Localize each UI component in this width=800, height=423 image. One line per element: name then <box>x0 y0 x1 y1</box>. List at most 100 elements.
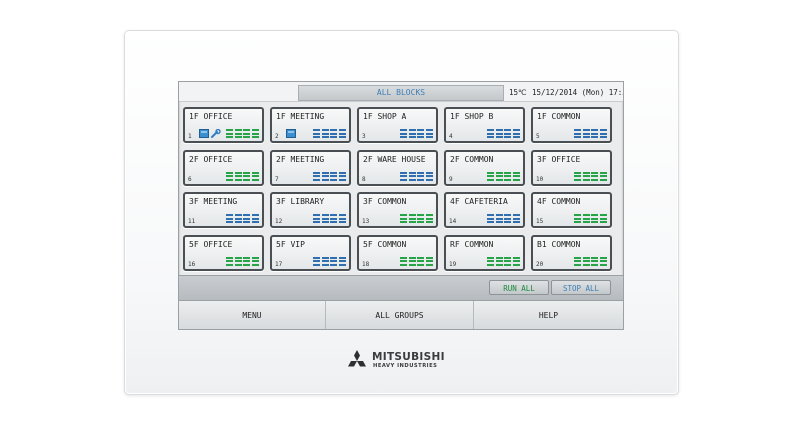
unit-status-indicator <box>487 214 520 223</box>
group-tile[interactable]: 1F MEETING 2 <box>270 107 351 143</box>
group-tile[interactable]: 2F OFFICE 6 <box>183 149 264 186</box>
unit-status-indicator <box>400 214 433 223</box>
group-tile[interactable]: 2F MEETING 7 <box>270 149 351 186</box>
group-name: 3F MEETING <box>189 197 238 206</box>
group-tile[interactable]: 1F SHOP A 3 <box>357 107 438 143</box>
group-tile[interactable]: 5F VIP 17 <box>270 234 351 271</box>
unit-status-indicator <box>226 171 259 181</box>
group-number: 14 <box>449 218 457 225</box>
group-name: 4F COMMON <box>537 197 581 206</box>
unit-status-indicator <box>400 129 433 138</box>
group-number: 16 <box>188 260 196 268</box>
group-name: 1F COMMON <box>537 112 581 121</box>
group-number: 7 <box>275 175 279 183</box>
unit-status-indicator <box>226 214 259 223</box>
top-bar: ALL BLOCKS 15℃ 15/12/2014 (Mon) 17:53 <box>179 82 623 102</box>
group-number: 4 <box>449 133 453 140</box>
group-name: 3F OFFICE <box>537 154 581 164</box>
unit-status-indicator <box>574 129 607 138</box>
bottom-nav: MENU ALL GROUPS HELP <box>179 300 623 329</box>
page-title: ALL BLOCKS <box>298 85 504 101</box>
menu-button[interactable]: MENU <box>179 301 326 329</box>
group-tile[interactable]: 1F COMMON 5 <box>531 107 612 143</box>
group-name: 5F OFFICE <box>189 239 233 249</box>
group-name: 3F COMMON <box>363 197 407 206</box>
group-number: 18 <box>362 260 370 268</box>
touch-screen: ALL BLOCKS 15℃ 15/12/2014 (Mon) 17:53 1F… <box>178 81 624 330</box>
group-tile[interactable]: 3F MEETING 11 <box>183 192 264 228</box>
status-icon <box>199 129 209 138</box>
group-name: 1F MEETING <box>276 112 325 121</box>
unit-status-indicator <box>574 214 607 223</box>
group-number: 5 <box>536 133 540 140</box>
group-number: 19 <box>449 260 457 268</box>
group-tile[interactable]: 2F COMMON 9 <box>444 149 525 186</box>
group-number: 11 <box>188 218 196 225</box>
brand-logo: MITSUBISHI HEAVY INDUSTRIES <box>345 349 455 373</box>
unit-status-indicator <box>226 256 259 266</box>
group-number: 6 <box>188 175 192 183</box>
group-name: 2F OFFICE <box>189 154 233 164</box>
group-name: 2F WARE HOUSE <box>363 154 426 164</box>
group-number: 17 <box>275 260 283 268</box>
group-number: 15 <box>536 218 544 225</box>
group-name: 1F SHOP A <box>363 112 407 121</box>
group-name: RF COMMON <box>450 239 494 249</box>
group-tile[interactable]: 4F CAFETERIA 14 <box>444 192 525 228</box>
group-name: 5F COMMON <box>363 239 407 249</box>
group-tile[interactable]: 3F OFFICE 10 <box>531 149 612 186</box>
unit-status-indicator <box>313 129 346 138</box>
group-grid: 1F OFFICE 1 1F MEETING 2 1F SHOP A 3 1F SHOP B… <box>183 107 619 271</box>
group-name: 2F COMMON <box>450 154 494 164</box>
date-time: 15/12/2014 (Mon) 17:53 <box>532 88 624 97</box>
run-all-button[interactable]: RUN ALL <box>489 280 549 295</box>
stop-all-button[interactable]: STOP ALL <box>551 280 611 295</box>
all-groups-button[interactable]: ALL GROUPS <box>326 301 474 329</box>
group-name: 3F LIBRARY <box>276 197 325 206</box>
three-diamonds-icon <box>348 350 366 367</box>
group-tile[interactable]: B1 COMMON 20 <box>531 234 612 271</box>
unit-status-indicator <box>574 171 607 181</box>
group-name: 2F MEETING <box>276 154 325 164</box>
group-tile[interactable]: RF COMMON 19 <box>444 234 525 271</box>
group-name: B1 COMMON <box>537 239 581 249</box>
wrench-icon <box>211 129 221 138</box>
group-number: 10 <box>536 175 544 183</box>
group-number: 8 <box>362 175 366 183</box>
group-tile[interactable]: 1F OFFICE 1 <box>183 107 264 143</box>
group-number: 1 <box>188 133 192 140</box>
unit-status-indicator <box>574 256 607 266</box>
brand-subtitle: HEAVY INDUSTRIES <box>373 363 438 369</box>
group-tile[interactable]: 5F OFFICE 16 <box>183 234 264 271</box>
unit-status-indicator <box>487 129 520 138</box>
unit-status-indicator <box>487 256 520 266</box>
group-name: 5F VIP <box>276 239 305 249</box>
group-number: 2 <box>275 133 279 140</box>
group-name: 1F OFFICE <box>189 112 233 121</box>
group-number: 12 <box>275 218 283 225</box>
group-tile[interactable]: 2F WARE HOUSE 8 <box>357 149 438 186</box>
unit-status-indicator <box>313 171 346 181</box>
group-tile[interactable]: 4F COMMON 15 <box>531 192 612 228</box>
group-number: 13 <box>362 218 370 225</box>
group-tile[interactable]: 3F COMMON 13 <box>357 192 438 228</box>
unit-status-indicator <box>400 171 433 181</box>
group-number: 20 <box>536 260 544 268</box>
unit-status-indicator <box>313 214 346 223</box>
group-name: 1F SHOP B <box>450 112 494 121</box>
group-number: 3 <box>362 133 366 140</box>
brand-name: MITSUBISHI <box>372 351 445 363</box>
group-tile[interactable]: 3F LIBRARY 12 <box>270 192 351 228</box>
unit-status-indicator <box>400 256 433 266</box>
group-tile[interactable]: 1F SHOP B 4 <box>444 107 525 143</box>
status-icon <box>286 129 296 138</box>
unit-status-indicator <box>487 171 520 181</box>
unit-status-indicator <box>313 256 346 266</box>
group-name: 4F CAFETERIA <box>450 197 508 206</box>
help-button[interactable]: HELP <box>474 301 623 329</box>
command-bar: RUN ALL STOP ALL <box>179 275 623 300</box>
group-tile[interactable]: 5F COMMON 18 <box>357 234 438 271</box>
outdoor-temperature: 15℃ <box>509 88 527 97</box>
unit-status-indicator <box>226 129 259 138</box>
group-number: 9 <box>449 175 453 183</box>
